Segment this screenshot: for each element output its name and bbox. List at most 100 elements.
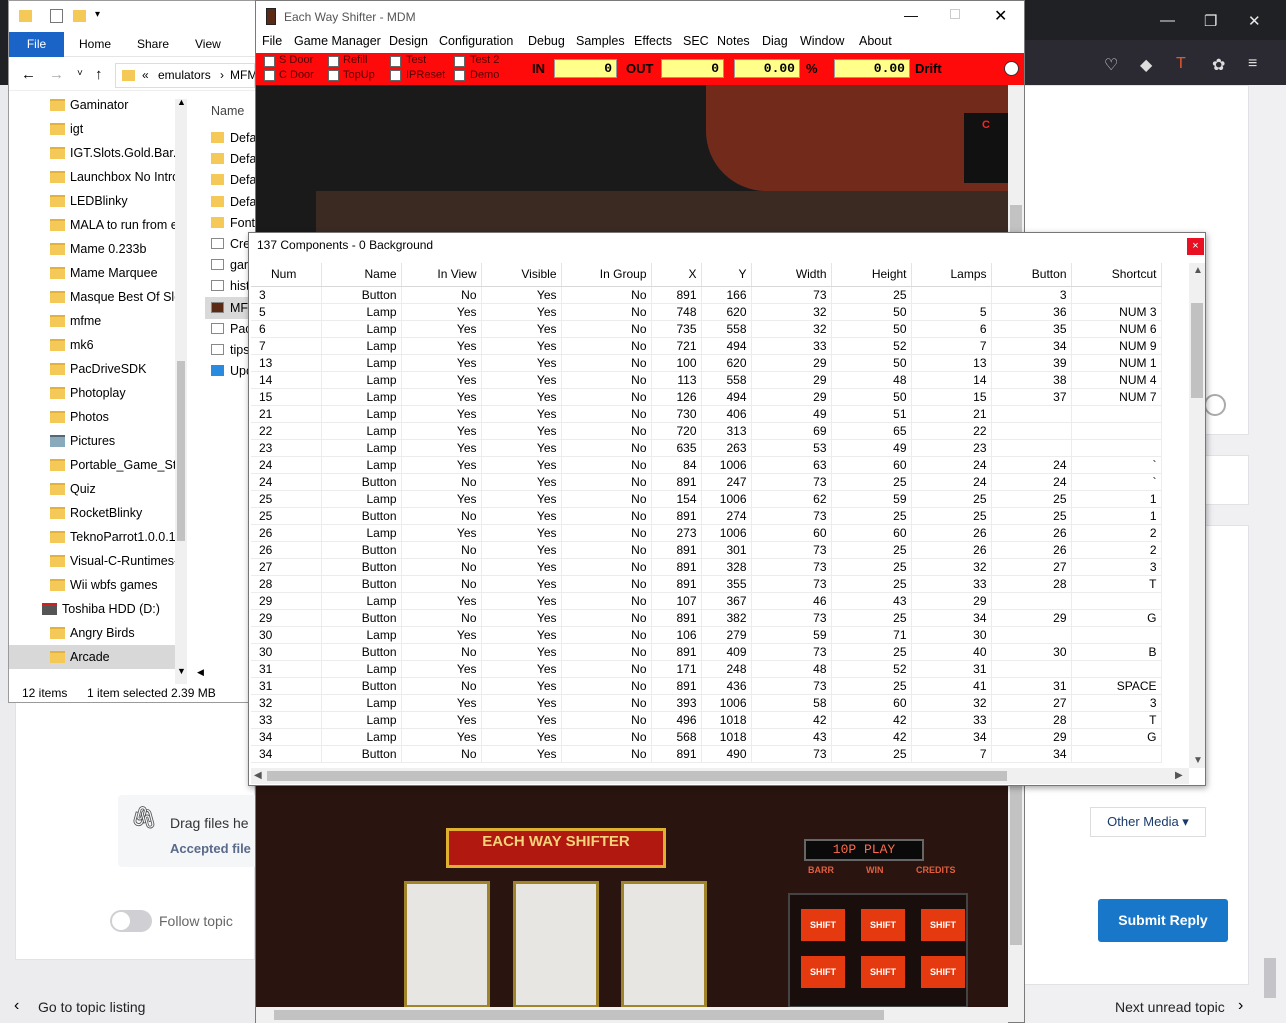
tab-home[interactable]: Home bbox=[69, 32, 121, 57]
column-header[interactable]: Name bbox=[321, 263, 402, 287]
table-row[interactable]: 23 Lamp Yes Yes No 635 263 53 49 23 bbox=[251, 439, 1162, 457]
back-arrow-icon[interactable]: ← bbox=[21, 66, 36, 83]
table-row[interactable]: 3 Button No Yes No 891 166 73 25 3 bbox=[251, 286, 1162, 304]
tree-item[interactable]: mk6 bbox=[9, 333, 187, 357]
properties-icon[interactable] bbox=[50, 9, 63, 23]
puzzle-icon[interactable]: ✿ bbox=[1212, 55, 1225, 75]
address-segment[interactable]: MFM bbox=[230, 68, 257, 82]
menu-diag[interactable]: Diag bbox=[762, 34, 788, 48]
column-header[interactable]: In View bbox=[401, 263, 482, 287]
table-row[interactable]: 14 Lamp Yes Yes No 113 558 29 48 14 38 NUM 4 bbox=[251, 371, 1162, 389]
menu-game-manager[interactable]: Game Manager bbox=[294, 34, 381, 48]
tree-item[interactable]: Arcade bbox=[9, 645, 187, 669]
extension-icon[interactable]: ◆ bbox=[1140, 55, 1152, 75]
table-row[interactable]: 21 Lamp Yes Yes No 730 406 49 51 21 bbox=[251, 405, 1162, 423]
tree-scroll-up-icon[interactable]: ▲ bbox=[177, 97, 186, 107]
menu-icon[interactable]: ≡ bbox=[1248, 55, 1257, 73]
menu-debug[interactable]: Debug bbox=[528, 34, 565, 48]
table-row[interactable]: 31 Button No Yes No 891 436 73 25 41 31 SPACE bbox=[251, 677, 1162, 695]
tab-view[interactable]: View bbox=[185, 32, 231, 57]
menu-window[interactable]: Window bbox=[800, 34, 844, 48]
tree-item[interactable]: Launchbox No Intro bbox=[9, 165, 187, 189]
tree-scroll-down-icon[interactable]: ▼ bbox=[177, 666, 186, 676]
demo-checkbox[interactable] bbox=[454, 70, 465, 81]
chevron-down-icon[interactable]: ▾ bbox=[95, 9, 100, 20]
column-header[interactable]: Y bbox=[701, 263, 752, 287]
menu-notes[interactable]: Notes bbox=[717, 34, 750, 48]
file-item[interactable]: tips bbox=[211, 339, 249, 361]
menu-about[interactable]: About bbox=[859, 34, 892, 48]
table-row[interactable]: 13 Lamp Yes Yes No 100 620 29 50 13 39 NUM 1 bbox=[251, 354, 1162, 372]
column-header[interactable]: Visible bbox=[481, 263, 562, 287]
tree-item[interactable]: Photoplay bbox=[9, 381, 187, 405]
table-row[interactable]: 34 Button No Yes No 891 490 73 25 7 34 bbox=[251, 745, 1162, 763]
menu-samples[interactable]: Samples bbox=[576, 34, 625, 48]
table-row[interactable]: 33 Lamp Yes Yes No 496 1018 42 42 33 28 T bbox=[251, 711, 1162, 729]
tree-item[interactable]: TeknoParrot1.0.0.14 bbox=[9, 525, 187, 549]
file-item[interactable]: hist bbox=[211, 275, 249, 297]
scroll-right-icon[interactable]: ▶ bbox=[1175, 770, 1183, 781]
tab-file[interactable]: File bbox=[9, 32, 64, 57]
tree-item[interactable]: Mame Marquee bbox=[9, 261, 187, 285]
table-row[interactable]: 6 Lamp Yes Yes No 735 558 32 50 6 35 NUM 6 bbox=[251, 320, 1162, 338]
address-bar[interactable]: « emulators › MFM bbox=[115, 63, 257, 88]
tree-scroll-thumb[interactable] bbox=[177, 361, 185, 541]
table-row[interactable]: 34 Lamp Yes Yes No 568 1018 43 42 34 29 G bbox=[251, 728, 1162, 746]
table-row[interactable]: 26 Lamp Yes Yes No 273 1006 60 60 26 26 2 bbox=[251, 524, 1162, 542]
tree-item[interactable]: Masque Best Of Slo bbox=[9, 285, 187, 309]
scroll-up-icon[interactable]: ▲ bbox=[1193, 265, 1203, 276]
recent-chevron-icon[interactable]: ˅ bbox=[77, 68, 83, 79]
column-header[interactable]: In Group bbox=[561, 263, 652, 287]
tree-item[interactable]: Portable_Game_Stat bbox=[9, 453, 187, 477]
file-item[interactable]: Defa bbox=[211, 148, 256, 170]
shift-button[interactable]: SHIFT bbox=[861, 909, 905, 941]
maximize-icon[interactable] bbox=[950, 9, 960, 19]
tree-item[interactable]: Mame 0.233b bbox=[9, 237, 187, 261]
grid-hscroll-thumb[interactable] bbox=[267, 771, 1007, 781]
tree-item[interactable]: igt bbox=[9, 117, 187, 141]
c-door-checkbox[interactable] bbox=[264, 70, 275, 81]
table-row[interactable]: 29 Button No Yes No 891 382 73 25 34 29 G bbox=[251, 609, 1162, 627]
other-media-button[interactable]: Other Media ▾ bbox=[1090, 807, 1206, 837]
file-item[interactable]: Defa bbox=[211, 127, 256, 149]
file-item[interactable]: Defa bbox=[211, 191, 256, 213]
table-row[interactable]: 24 Lamp Yes Yes No 84 1006 63 60 24 24 ` bbox=[251, 456, 1162, 474]
tree-item[interactable]: Pictures bbox=[9, 429, 187, 453]
artwork-horizontal-scrollbar[interactable] bbox=[256, 1007, 1008, 1023]
shift-button[interactable]: SHIFT bbox=[801, 956, 845, 988]
hscroll-left-icon[interactable]: ◀ bbox=[197, 667, 204, 678]
tree-item[interactable]: Angry Birds bbox=[9, 621, 187, 645]
menu-sec[interactable]: SEC bbox=[683, 34, 709, 48]
tree-item[interactable]: mfme bbox=[9, 309, 187, 333]
shift-button[interactable]: SHIFT bbox=[921, 909, 965, 941]
tree-item[interactable]: MALA to run from e bbox=[9, 213, 187, 237]
ipreset-checkbox[interactable] bbox=[390, 70, 401, 81]
table-row[interactable]: 28 Button No Yes No 891 355 73 25 33 28 T bbox=[251, 575, 1162, 593]
page-scrollbar[interactable] bbox=[1264, 958, 1276, 998]
shift-button[interactable]: SHIFT bbox=[921, 956, 965, 988]
tree-item[interactable]: Wii wbfs games bbox=[9, 573, 187, 597]
heart-icon[interactable] bbox=[1204, 394, 1226, 416]
scroll-down-icon[interactable]: ▼ bbox=[1193, 755, 1203, 766]
menu-configuration[interactable]: Configuration bbox=[439, 34, 513, 48]
column-header[interactable]: Height bbox=[831, 263, 912, 287]
file-item[interactable]: Font bbox=[211, 212, 255, 234]
table-row[interactable]: 27 Button No Yes No 891 328 73 25 32 27 3 bbox=[251, 558, 1162, 576]
close-icon[interactable]: ✕ bbox=[994, 6, 1007, 26]
file-item[interactable]: Upc bbox=[211, 360, 252, 382]
table-row[interactable]: 7 Lamp Yes Yes No 721 494 33 52 7 34 NUM 9 bbox=[251, 337, 1162, 355]
table-row[interactable]: 5 Lamp Yes Yes No 748 620 32 50 5 36 NUM 3 bbox=[251, 303, 1162, 321]
table-row[interactable]: 22 Lamp Yes Yes No 720 313 69 65 22 bbox=[251, 422, 1162, 440]
table-row[interactable]: 24 Button No Yes No 891 247 73 25 24 24 ` bbox=[251, 473, 1162, 491]
table-row[interactable]: 15 Lamp Yes Yes No 126 494 29 50 15 37 NUM 7 bbox=[251, 388, 1162, 406]
column-header[interactable]: Lamps bbox=[911, 263, 992, 287]
tree-item[interactable]: Visual-C-Runtimes- bbox=[9, 549, 187, 573]
table-row[interactable]: 30 Lamp Yes Yes No 106 279 59 71 30 bbox=[251, 626, 1162, 644]
tampermonkey-icon[interactable]: T bbox=[1176, 55, 1186, 73]
file-item[interactable]: gar bbox=[211, 254, 248, 276]
scroll-thumb[interactable] bbox=[274, 1010, 884, 1020]
column-header[interactable]: Button bbox=[991, 263, 1072, 287]
shift-button[interactable]: SHIFT bbox=[801, 909, 845, 941]
up-arrow-icon[interactable]: ↑ bbox=[95, 66, 103, 83]
address-segment[interactable]: emulators bbox=[158, 68, 211, 82]
